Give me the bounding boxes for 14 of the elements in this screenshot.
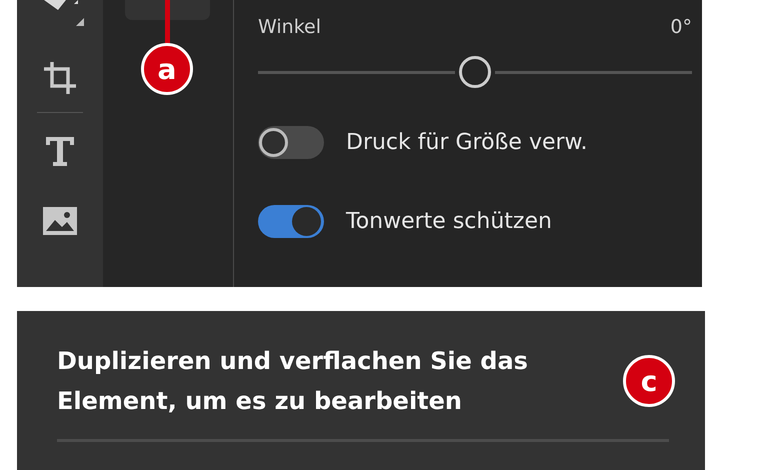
slider-thumb[interactable] — [459, 56, 491, 88]
crop-icon[interactable] — [43, 60, 77, 96]
annotation-badge: a — [141, 43, 193, 95]
toggle-switch[interactable] — [258, 126, 324, 159]
angle-value: 0° — [670, 16, 692, 38]
angle-slider[interactable] — [258, 54, 692, 90]
text-tool-icon[interactable] — [45, 135, 75, 167]
toggle-label: Tonwerte schützen — [346, 209, 552, 234]
angle-label: Winkel — [258, 16, 321, 38]
image-icon[interactable] — [43, 207, 77, 235]
toggle-label: Druck für Größe verw. — [346, 130, 588, 155]
toggle-switch[interactable] — [258, 205, 324, 238]
message-text: Duplizieren und verflachen Sie das Element, um es zu bearbeiten — [57, 346, 529, 417]
annotation-badge: c — [623, 355, 675, 407]
